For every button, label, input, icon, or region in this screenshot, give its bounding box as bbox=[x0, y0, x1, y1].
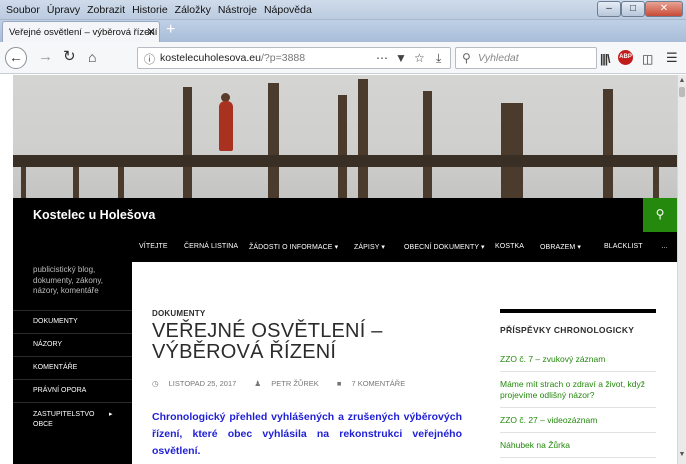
url-text: kostelecuholesova.eu/?p=3888 bbox=[160, 52, 305, 64]
sidebar-item-label: ZASTUPITELSTVO OBCE bbox=[33, 411, 95, 428]
recent-posts-widget: PŘÍSPĚVKY CHRONOLOGICKY ZZO č. 7 – zvuko… bbox=[500, 309, 656, 458]
post-meta: ◷ LISTOPAD 25, 2017 ♟ PETR ŽŮREK ■ 7 KOM… bbox=[152, 379, 421, 388]
site-info-icon[interactable]: ⓘ bbox=[144, 51, 155, 67]
browser-window: Soubor Úpravy Zobrazit Historie Záložky Nástr… bbox=[0, 0, 686, 464]
nav-item-obecni-dokumenty[interactable]: OBECNÍ DOKUMENTY ▾ bbox=[404, 243, 485, 251]
comment-icon: ■ bbox=[336, 379, 344, 388]
sidebar-item-dokumenty[interactable]: DOKUMENTY bbox=[13, 310, 132, 333]
tab-title: Veřejné osvětlení – výběrová řízení bbox=[9, 27, 158, 38]
menu-help[interactable]: Nápověda bbox=[260, 0, 315, 16]
nav-item-zapisy[interactable]: ZÁPISY ▾ bbox=[354, 243, 385, 251]
sidebar-item-pravni-opora[interactable]: PRÁVNÍ OPORA bbox=[13, 379, 132, 402]
url-path: /?p=3888 bbox=[261, 52, 306, 64]
tab-strip: Veřejné osvětlení – výběrová řízení ✕ + bbox=[0, 20, 686, 42]
post-author[interactable]: ♟ PETR ŽŮREK bbox=[254, 379, 326, 388]
search-placeholder: Vyhledat bbox=[478, 52, 519, 64]
tab-active[interactable]: Veřejné osvětlení – výběrová řízení ✕ bbox=[2, 21, 160, 42]
post-date[interactable]: ◷ LISTOPAD 25, 2017 bbox=[152, 379, 244, 388]
adblock-icon[interactable]: ABP bbox=[618, 50, 633, 65]
clock-icon: ◷ bbox=[152, 379, 161, 388]
scroll-up-icon[interactable]: ▲ bbox=[678, 77, 686, 84]
sidebar-toggle-icon[interactable]: ◫ bbox=[642, 52, 653, 66]
nav-toolbar: ← → ↻ ⌂ ⓘ kostelecuholesova.eu/?p=3888 ⋯… bbox=[0, 42, 686, 74]
nav-item-more[interactable]: … bbox=[661, 243, 668, 250]
bookmark-star-icon[interactable]: ☆ bbox=[414, 51, 425, 65]
menu-edit[interactable]: Úpravy bbox=[43, 0, 83, 16]
nav-item-kostka[interactable]: KOSTKA bbox=[495, 243, 524, 250]
url-host: kostelecuholesova.eu bbox=[160, 52, 261, 64]
site-title[interactable]: Kostelec u Holešova bbox=[33, 208, 155, 222]
widget-link[interactable]: Máme mít strach o zdraví a život, když p… bbox=[500, 372, 656, 408]
download-icon[interactable]: ⤓ bbox=[436, 51, 441, 66]
nav-item-zadosti[interactable]: ŽÁDOSTI O INFORMACE ▾ bbox=[249, 243, 338, 251]
maximize-button[interactable]: □ bbox=[621, 1, 645, 17]
scroll-down-icon[interactable]: ▼ bbox=[678, 451, 686, 458]
post-excerpt: Chronologický přehled vyhlášených a zruš… bbox=[152, 411, 462, 457]
widget-link[interactable]: ZZO č. 7 – zvukový záznam bbox=[500, 347, 656, 372]
site-search-icon[interactable]: ⚲ bbox=[643, 198, 677, 232]
pocket-icon[interactable]: ▼ bbox=[395, 51, 407, 65]
back-icon[interactable]: ← bbox=[5, 47, 27, 69]
widget-title: PŘÍSPĚVKY CHRONOLOGICKY bbox=[500, 325, 635, 335]
scroll-thumb[interactable] bbox=[679, 87, 685, 97]
search-icon: ⚲ bbox=[462, 51, 471, 65]
menu-bar: Soubor Úpravy Zobrazit Historie Záložky Nástr… bbox=[0, 0, 686, 20]
bridge bbox=[13, 155, 677, 167]
menu-view[interactable]: Zobrazit bbox=[83, 0, 128, 16]
nav-item-vitejte[interactable]: VÍTEJTE bbox=[139, 243, 168, 250]
new-tab-icon[interactable]: + bbox=[166, 21, 175, 39]
site-header: Kostelec u Holešova ⚲ bbox=[13, 198, 677, 232]
home-icon[interactable]: ⌂ bbox=[88, 47, 96, 67]
main-content: DOKUMENTY VEŘEJNÉ OSVĚTLENÍ – VÝBĚROVÁ Ř… bbox=[132, 262, 677, 464]
nav-item-cerna-listina[interactable]: ČERNÁ LISTINA bbox=[184, 243, 238, 250]
tab-close-icon[interactable]: ✕ bbox=[146, 25, 156, 39]
post-title[interactable]: VEŘEJNÉ OSVĚTLENÍ – VÝBĚROVÁ ŘÍZENÍ bbox=[152, 321, 452, 363]
menu-bookmarks[interactable]: Záložky bbox=[171, 0, 214, 16]
sidebar-item-komentare[interactable]: KOMENTÁŘE bbox=[13, 356, 132, 379]
post-date-text: LISTOPAD 25, 2017 bbox=[168, 379, 237, 388]
library-icon[interactable]: |||\ bbox=[600, 52, 610, 66]
site-nav: VÍTEJTE ČERNÁ LISTINA ŽÁDOSTI O INFORMAC… bbox=[13, 232, 677, 262]
post-comments-text: 7 KOMENTÁŘE bbox=[351, 379, 406, 388]
sidebar-item-zastupitelstvo[interactable]: ZASTUPITELSTVO OBCE ▸ bbox=[13, 402, 132, 434]
minimize-button[interactable]: – bbox=[597, 1, 621, 17]
close-window-button[interactable]: ✕ bbox=[645, 1, 683, 17]
forward-icon[interactable]: → bbox=[38, 47, 53, 67]
url-bar[interactable]: ⓘ kostelecuholesova.eu/?p=3888 ⋯ ▼ ☆ ⤓ bbox=[137, 47, 451, 69]
menu-tools[interactable]: Nástroje bbox=[214, 0, 260, 16]
hamburger-menu-icon[interactable]: ☰ bbox=[666, 50, 678, 66]
chevron-right-icon: ▸ bbox=[109, 411, 113, 418]
web-page: Kostelec u Holešova ⚲ VÍTEJTE ČERNÁ LIST… bbox=[0, 75, 677, 464]
post-category[interactable]: DOKUMENTY bbox=[152, 309, 205, 318]
scrollbar[interactable]: ▲ ▼ bbox=[677, 75, 686, 464]
search-bar[interactable]: ⚲ Vyhledat bbox=[455, 47, 597, 69]
sidebar-item-nazory[interactable]: NÁZORY bbox=[13, 333, 132, 356]
page-actions-icon[interactable]: ⋯ bbox=[376, 51, 389, 65]
monk-figure bbox=[219, 101, 233, 151]
user-icon: ♟ bbox=[254, 379, 264, 388]
site-tagline: publicistický blog, dokumenty, zákony, n… bbox=[33, 265, 103, 295]
widget-link[interactable]: Náhubek na Žůrka bbox=[500, 433, 656, 458]
post-comments[interactable]: ■ 7 KOMENTÁŘE bbox=[337, 379, 413, 388]
left-sidebar: publicistický blog, dokumenty, zákony, n… bbox=[13, 262, 132, 464]
post-author-text: PETR ŽŮREK bbox=[271, 379, 319, 388]
menu-history[interactable]: Historie bbox=[128, 0, 171, 16]
widget-link[interactable]: ZZO č. 27 – videozáznam bbox=[500, 408, 656, 433]
nav-item-blacklist[interactable]: BLACKLIST bbox=[604, 243, 643, 250]
nav-item-obrazem[interactable]: OBRAZEM ▾ bbox=[540, 243, 581, 251]
header-image bbox=[13, 75, 677, 198]
menu-file[interactable]: Soubor bbox=[0, 0, 43, 16]
reload-icon[interactable]: ↻ bbox=[63, 47, 76, 67]
